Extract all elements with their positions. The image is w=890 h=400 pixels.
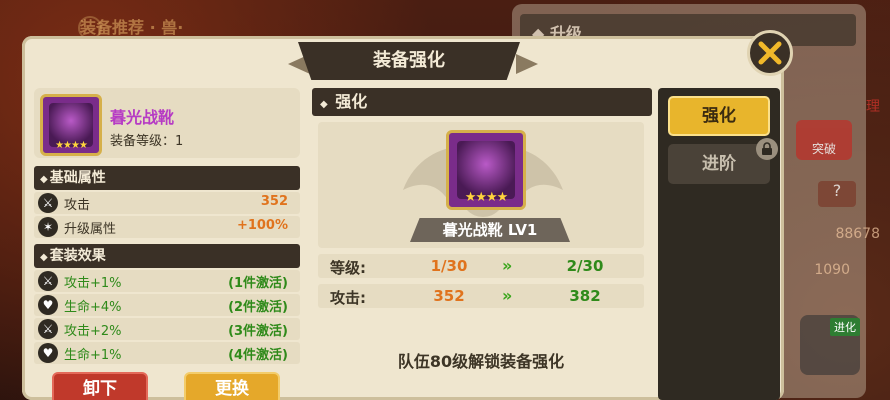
close-button[interactable] xyxy=(747,30,793,76)
strengthen-header: ◆ 强化 xyxy=(312,88,652,116)
attack-stat-row: 攻击: 352 » 382 xyxy=(318,284,644,308)
equipment-showcase: ★★★★ 暮光战靴 LV1 xyxy=(318,122,644,248)
tab-advance[interactable]: 进阶 xyxy=(668,144,770,184)
change-equipment-button[interactable]: 更换 xyxy=(184,372,280,400)
star-rating: ★★★★ xyxy=(464,190,509,205)
background-advance-badge: 进化 xyxy=(830,318,860,336)
set-effect-row: ♥ 生命+1% (4件激活) xyxy=(34,342,300,364)
set-effect-row: ♥ 生命+4% (2件激活) xyxy=(34,294,300,316)
tab-strengthen[interactable]: 强化 xyxy=(668,96,770,136)
boots-icon[interactable]: ★★★★ xyxy=(40,94,102,156)
equipment-name: 暮光战靴 xyxy=(110,108,175,127)
unequip-button[interactable]: 卸下 xyxy=(52,372,148,400)
background-value: 88678 xyxy=(835,226,880,242)
set-effect-row: ⚔ 攻击+1% (1件激活) xyxy=(34,270,300,292)
strengthen-panel: ◆ 强化 ★★★★ 暮光战靴 LV1 等级: 1/30 » 2/30 攻击: 3… xyxy=(312,88,652,400)
close-icon xyxy=(758,41,782,65)
background-red-text: 理 xyxy=(866,99,880,115)
equipment-level: 装备等级：1 xyxy=(110,134,184,149)
help-button[interactable]: ? xyxy=(818,181,856,207)
equipment-header: ★★★★ 暮光战靴 装备等级：1 xyxy=(34,88,300,158)
heart-icon: ♥ xyxy=(38,295,58,315)
sword-icon: ⚔ xyxy=(38,193,58,213)
wings-icon: ✶ xyxy=(38,217,58,237)
basic-attributes-header: ◆ 基础属性 xyxy=(34,166,300,190)
dialog-title: 装备强化 xyxy=(298,42,520,80)
star-rating: ★★★★ xyxy=(55,140,88,151)
equipment-info-panel: ★★★★ 暮光战靴 装备等级：1 ◆ 基础属性 ⚔ 攻击 352 ✶ 升级属性 +… xyxy=(34,88,300,400)
sword-icon: ⚔ xyxy=(38,319,58,339)
boots-icon: ★★★★ xyxy=(446,130,526,210)
level-stat-row: 等级: 1/30 » 2/30 xyxy=(318,254,644,278)
set-effect-row: ⚔ 攻击+2% (3件激活) xyxy=(34,318,300,340)
enhance-tabs: 强化 进阶 xyxy=(658,88,780,400)
heart-icon: ♥ xyxy=(38,343,58,363)
attribute-row: ✶ 升级属性 +100% xyxy=(34,216,300,238)
unlock-message: 队伍80级解锁装备强化 xyxy=(397,352,565,371)
set-effects-header: ◆ 套装效果 xyxy=(34,244,300,268)
arrow-right-icon: » xyxy=(502,256,513,275)
equipment-name-plate: 暮光战靴 LV1 xyxy=(410,218,570,242)
arrow-right-icon: » xyxy=(502,286,513,305)
attribute-row: ⚔ 攻击 352 xyxy=(34,192,300,214)
sword-icon: ⚔ xyxy=(38,271,58,291)
background-title: 装备推荐 · 兽· xyxy=(80,18,184,37)
breakthrough-button[interactable]: 突破 xyxy=(796,120,852,160)
background-value: 1090 xyxy=(814,262,850,278)
lock-icon xyxy=(756,138,778,160)
